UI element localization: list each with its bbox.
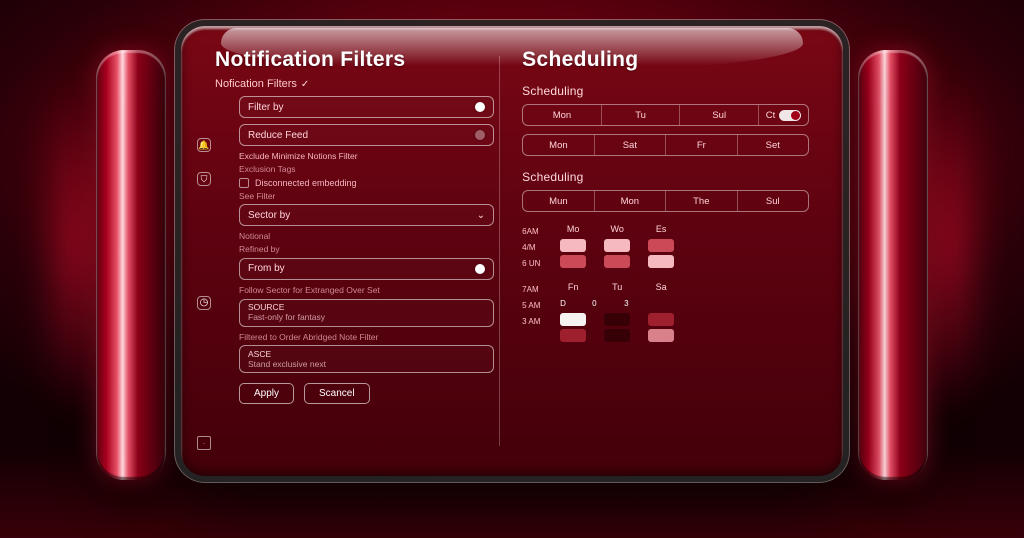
source-select[interactable]: SOURCE Fast-only for fantasy <box>239 299 494 327</box>
slot[interactable] <box>604 239 630 252</box>
col-header: Wo <box>604 224 630 234</box>
day-bar-2[interactable]: Mon Sat Fr Set <box>522 134 809 156</box>
order-select[interactable]: ASCE Stand exclusive next <box>239 345 494 373</box>
filter-icon <box>197 172 211 186</box>
apply-button[interactable]: Apply <box>239 383 294 404</box>
slot-label: D <box>560 297 574 310</box>
slot-label: 0 <box>592 297 606 310</box>
slot[interactable] <box>604 313 630 326</box>
slot[interactable] <box>560 255 586 268</box>
check-icon <box>301 78 309 90</box>
day-cell[interactable]: Sul <box>679 105 758 125</box>
hint-text: Exclude Minimize Notions Filter <box>239 152 494 162</box>
toggle-knob <box>475 130 485 140</box>
slot-label: 3 <box>624 297 638 310</box>
schedule-grid-a: 6AM 4/M 6 UN Mo Wo Es <box>522 224 809 272</box>
toggle-knob <box>475 264 485 274</box>
hint-text: Notional <box>239 232 494 242</box>
day-cell[interactable]: Tu <box>601 105 680 125</box>
slot[interactable] <box>604 255 630 268</box>
day-cell[interactable]: Mun <box>523 191 593 211</box>
slot[interactable] <box>648 329 674 342</box>
day-cell[interactable]: Mon <box>523 105 601 125</box>
exclusion-checkbox[interactable]: Disconnected embedding <box>239 178 494 188</box>
scheduling-title: Scheduling <box>522 48 809 72</box>
filter-icon-rail <box>195 138 213 450</box>
hint-text: See Filter <box>239 192 494 202</box>
hint-text: Exclusion Tags <box>239 165 494 175</box>
hint-text: Refined by <box>239 245 494 255</box>
slot[interactable] <box>648 255 674 268</box>
col-header: Fn <box>560 282 586 292</box>
switch-icon <box>779 110 801 121</box>
day-cell[interactable]: Sul <box>737 191 808 211</box>
cancel-button[interactable]: Scancel <box>304 383 370 404</box>
day-bar-1[interactable]: Mon Tu Sul Ct <box>522 104 809 126</box>
slot[interactable] <box>560 313 586 326</box>
chevron-down-icon: ⌄ <box>477 210 485 221</box>
day-cell[interactable]: Mon <box>594 191 665 211</box>
reduce-feed-toggle[interactable]: Reduce Feed <box>239 124 494 146</box>
decor-pillar-left <box>96 50 166 480</box>
time-labels: 6AM 4/M 6 UN <box>522 224 552 272</box>
slot[interactable] <box>560 239 586 252</box>
col-header: Es <box>648 224 674 234</box>
col-header: Tu <box>604 282 630 292</box>
day-cell[interactable]: The <box>665 191 736 211</box>
scheduling-subtitle: Scheduling <box>522 84 809 98</box>
slot[interactable] <box>560 329 586 342</box>
col-header: Sa <box>648 282 674 292</box>
filters-title: Notification Filters <box>215 48 494 72</box>
hint-text: Follow Sector for Extranged Over Set <box>239 286 494 296</box>
bell-icon <box>197 138 211 152</box>
day-cell[interactable]: Mon <box>523 135 593 155</box>
day-toggle-cell[interactable]: Ct <box>758 105 808 125</box>
sector-by-select[interactable]: Sector by ⌄ <box>239 204 494 226</box>
notification-filters-panel: Notification Filters Nofication Filters … <box>215 48 494 458</box>
schedule-grid-b: 7AM 5 AM 3 AM Fn Tu Sa D 0 3 <box>522 282 809 342</box>
hint-text: Filtered to Order Abridged Note Filter <box>239 333 494 343</box>
day-cell[interactable]: Fr <box>665 135 736 155</box>
slot[interactable] <box>604 329 630 342</box>
checkbox-icon <box>239 178 249 188</box>
mail-icon <box>197 436 211 450</box>
day-cell[interactable]: Set <box>737 135 808 155</box>
filters-subtitle: Nofication Filters <box>215 78 494 90</box>
slot[interactable] <box>648 313 674 326</box>
toggle-knob <box>475 102 485 112</box>
decor-pillar-right <box>858 50 928 480</box>
clock-icon <box>197 296 211 310</box>
col-header: Mo <box>560 224 586 234</box>
day-cell[interactable]: Sat <box>594 135 665 155</box>
time-labels: 7AM 5 AM 3 AM <box>522 282 552 342</box>
scheduling-panel: Scheduling Scheduling Mon Tu Sul Ct Mon … <box>522 48 809 458</box>
day-bar-3[interactable]: Mun Mon The Sul <box>522 190 809 212</box>
from-by-toggle[interactable]: From by <box>239 258 494 280</box>
scheduling-subtitle: Scheduling <box>522 170 809 184</box>
settings-tablet: Notification Filters Nofication Filters … <box>181 26 843 476</box>
filter-by-toggle[interactable]: Filter by <box>239 96 494 118</box>
slot[interactable] <box>648 239 674 252</box>
